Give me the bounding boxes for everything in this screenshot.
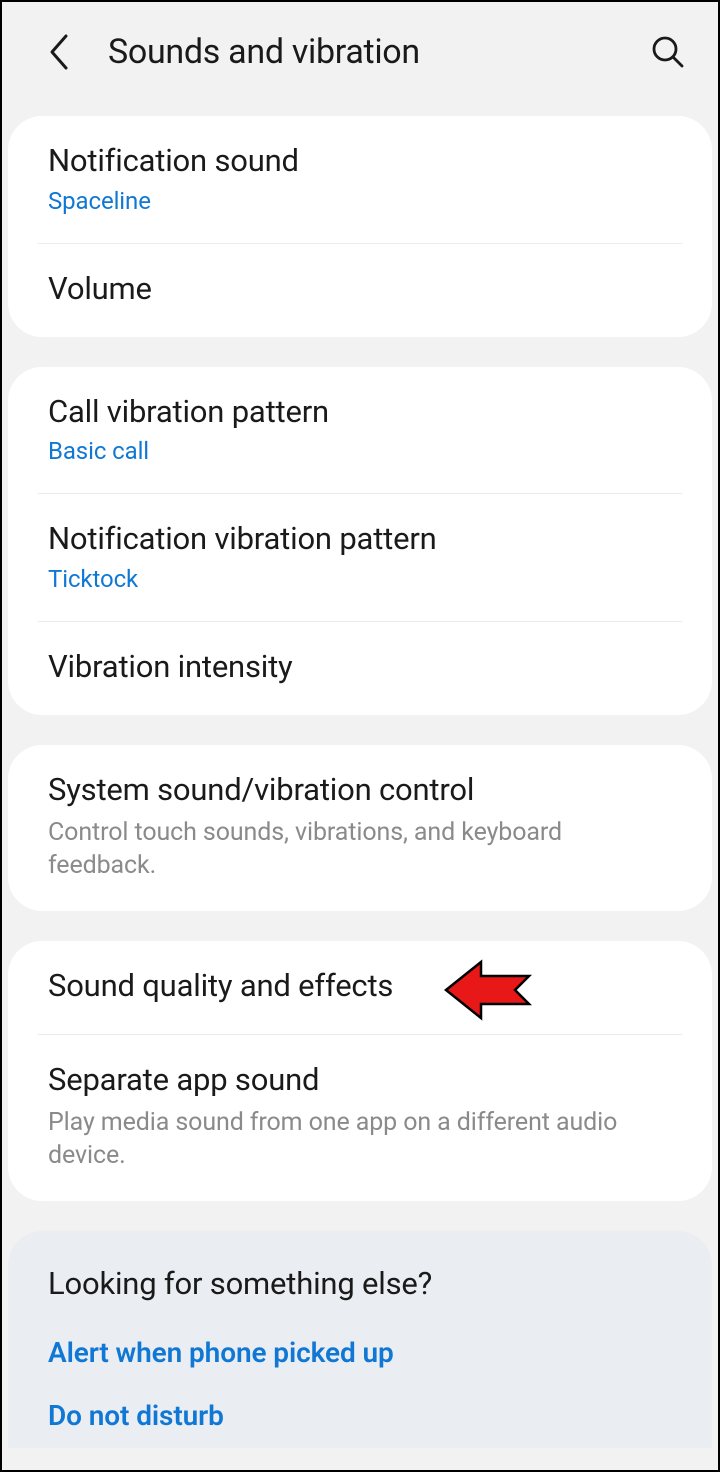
looking-title: Looking for something else? bbox=[8, 1231, 712, 1322]
item-value: Spaceline bbox=[48, 187, 672, 215]
item-title: Volume bbox=[48, 270, 672, 309]
item-title: Call vibration pattern bbox=[48, 393, 672, 432]
looking-for-card: Looking for something else? Alert when p… bbox=[8, 1231, 712, 1448]
item-value: Ticktock bbox=[48, 565, 672, 593]
item-call-vibration-pattern[interactable]: Call vibration pattern Basic call bbox=[8, 367, 712, 494]
item-title: Separate app sound bbox=[48, 1061, 672, 1100]
settings-group-sound-quality: Sound quality and effects Separate app s… bbox=[8, 941, 712, 1201]
item-system-sound-vibration-control[interactable]: System sound/vibration control Control t… bbox=[8, 745, 712, 911]
item-vibration-intensity[interactable]: Vibration intensity bbox=[8, 622, 712, 715]
item-volume[interactable]: Volume bbox=[8, 244, 712, 337]
settings-group-notifications: Notification sound Spaceline Volume bbox=[8, 116, 712, 337]
search-icon bbox=[651, 35, 685, 69]
item-value: Basic call bbox=[48, 437, 672, 465]
item-title: System sound/vibration control bbox=[48, 771, 672, 810]
item-title: Vibration intensity bbox=[48, 648, 672, 687]
item-sound-quality-effects[interactable]: Sound quality and effects bbox=[8, 941, 712, 1034]
chevron-left-icon bbox=[48, 32, 72, 72]
search-button[interactable] bbox=[648, 32, 688, 72]
item-notification-sound[interactable]: Notification sound Spaceline bbox=[8, 116, 712, 243]
link-alert-phone-picked-up[interactable]: Alert when phone picked up bbox=[8, 1322, 712, 1385]
item-title: Notification sound bbox=[48, 142, 672, 181]
item-notification-vibration-pattern[interactable]: Notification vibration pattern Ticktock bbox=[8, 494, 712, 621]
settings-group-system-sound: System sound/vibration control Control t… bbox=[8, 745, 712, 911]
item-description: Play media sound from one app on a diffe… bbox=[48, 1106, 672, 1174]
item-description: Control touch sounds, vibrations, and ke… bbox=[48, 816, 672, 884]
content-scroll: Notification sound Spaceline Volume Call… bbox=[2, 102, 718, 1448]
item-title: Sound quality and effects bbox=[48, 967, 672, 1006]
link-do-not-disturb[interactable]: Do not disturb bbox=[8, 1385, 712, 1448]
header-bar: Sounds and vibration bbox=[2, 2, 718, 102]
item-title: Notification vibration pattern bbox=[48, 520, 672, 559]
back-button[interactable] bbox=[40, 32, 80, 72]
item-separate-app-sound[interactable]: Separate app sound Play media sound from… bbox=[8, 1035, 712, 1201]
settings-group-vibration: Call vibration pattern Basic call Notifi… bbox=[8, 367, 712, 715]
page-title: Sounds and vibration bbox=[108, 32, 648, 72]
